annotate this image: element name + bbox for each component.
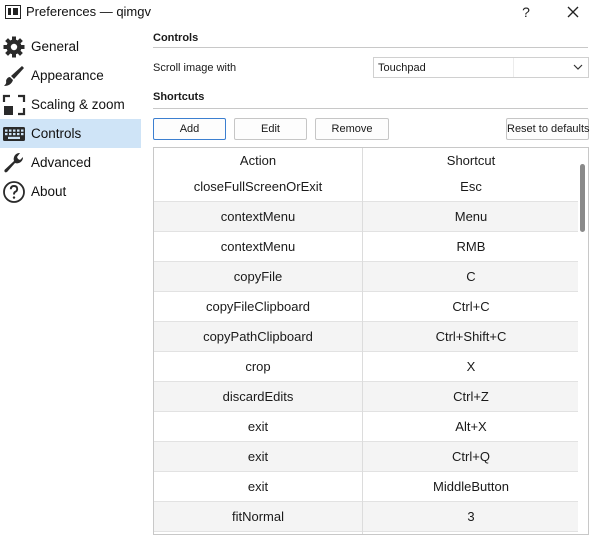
action-cell: copyPathClipboard — [203, 329, 313, 344]
brush-icon — [4, 66, 24, 86]
sidebar-item-advanced[interactable]: Advanced — [0, 148, 141, 177]
controls-page: Controls Scroll image with Touchpad Shor… — [144, 26, 597, 541]
sidebar-item-label: Advanced — [31, 155, 92, 170]
shortcut-cell: MiddleButton — [433, 479, 509, 494]
action-cell: closeFullScreenOrExit — [193, 179, 323, 194]
sidebar-item-label: Appearance — [31, 68, 104, 83]
wrench-icon — [4, 152, 24, 173]
sidebar-item-label: About — [31, 184, 67, 199]
action-cell: crop — [245, 359, 271, 374]
gear-icon — [3, 36, 25, 58]
reset-defaults-button[interactable]: Reset to defaults — [506, 118, 590, 140]
sidebar-item-about[interactable]: About — [0, 177, 141, 206]
shortcut-cell: Menu — [454, 209, 488, 224]
row-divider — [154, 291, 579, 292]
sidebar-item-label: Controls — [31, 126, 82, 141]
edit-shortcut-button[interactable]: Edit — [234, 118, 307, 140]
remove-shortcut-button[interactable]: Remove — [315, 118, 389, 140]
window-title: Preferences — qimgv — [26, 4, 151, 19]
table-row[interactable]: copyFileClipboard Ctrl+C — [154, 292, 579, 322]
scroll-mode-value: Touchpad — [378, 62, 426, 74]
table-row[interactable]: exit Ctrl+Q — [154, 442, 579, 472]
table-row[interactable]: exit MiddleButton — [154, 472, 579, 502]
add-shortcut-button[interactable]: Add — [153, 118, 226, 140]
row-divider — [154, 531, 579, 532]
table-row[interactable]: copyPathClipboard Ctrl+Shift+C — [154, 322, 579, 352]
shortcut-cell: 3 — [467, 509, 475, 524]
table-row[interactable]: fitNormal 3 — [154, 502, 579, 532]
shortcut-cell: Ctrl+C — [452, 299, 490, 314]
keyboard-icon — [3, 127, 25, 141]
controls-section-title: Controls — [153, 32, 199, 44]
close-button[interactable] — [556, 0, 590, 24]
title-bar: Preferences — qimgv ? — [0, 0, 597, 26]
table-row[interactable]: crop X — [154, 352, 579, 382]
sidebar-item-controls[interactable]: Controls — [0, 119, 141, 148]
row-divider — [154, 261, 579, 262]
column-header-action[interactable]: Action — [154, 153, 362, 168]
shortcut-cell: C — [466, 269, 476, 284]
table-row[interactable]: closeFullScreenOrExit Esc — [154, 172, 579, 202]
row-divider — [154, 471, 579, 472]
scroll-mode-select[interactable]: Touchpad — [373, 57, 589, 78]
close-icon — [567, 6, 579, 18]
row-divider — [154, 321, 579, 322]
table-header: Action Shortcut — [154, 148, 579, 172]
table-row[interactable]: discardEdits Ctrl+Z — [154, 382, 579, 412]
question-icon — [3, 181, 25, 203]
action-cell: fitNormal — [231, 509, 284, 524]
action-cell: discardEdits — [222, 389, 294, 404]
action-cell: contextMenu — [220, 209, 296, 224]
shortcut-cell: Alt+X — [455, 419, 487, 434]
action-cell: copyFileClipboard — [205, 299, 311, 314]
shortcut-cell: X — [466, 359, 476, 374]
action-cell: copyFile — [233, 269, 283, 284]
table-row[interactable]: exit Alt+X — [154, 412, 579, 442]
shortcuts-table: Action Shortcut closeFullScreenOrExit Es… — [153, 147, 589, 535]
action-cell: exit — [247, 419, 269, 434]
table-row[interactable]: contextMenu RMB — [154, 232, 579, 262]
column-divider — [362, 148, 363, 534]
help-button[interactable]: ? — [512, 0, 540, 24]
row-divider — [154, 381, 579, 382]
section-divider — [153, 47, 588, 48]
sidebar-item-label: Scaling & zoom — [31, 97, 125, 112]
combo-separator — [513, 58, 514, 77]
action-cell: exit — [247, 449, 269, 464]
action-cell: contextMenu — [220, 239, 296, 254]
app-logo-icon — [5, 5, 21, 19]
shortcut-cell: Ctrl+Q — [452, 449, 490, 464]
shortcut-cell: RMB — [456, 239, 486, 254]
sidebar: General Appearance Scaling & zoom Contro… — [0, 30, 141, 541]
shortcut-cell: Ctrl+Shift+C — [435, 329, 507, 344]
shortcut-cell: Esc — [460, 179, 482, 194]
shortcuts-section-title: Shortcuts — [153, 91, 205, 103]
table-scrollbar[interactable] — [578, 148, 588, 534]
row-divider — [154, 441, 579, 442]
table-row[interactable]: copyFile C — [154, 262, 579, 292]
row-divider — [154, 501, 579, 502]
section-divider — [153, 108, 588, 109]
row-divider — [154, 351, 579, 352]
action-cell: exit — [247, 479, 269, 494]
table-row[interactable]: contextMenu Menu — [154, 202, 579, 232]
row-divider — [154, 231, 579, 232]
column-header-shortcut[interactable]: Shortcut — [363, 153, 579, 168]
chevron-down-icon — [573, 64, 583, 70]
sidebar-item-label: General — [31, 39, 80, 54]
scale-icon — [2, 94, 26, 116]
row-divider — [154, 411, 579, 412]
scroll-image-label: Scroll image with — [153, 62, 237, 74]
scrollbar-thumb[interactable] — [580, 164, 585, 232]
sidebar-item-appearance[interactable]: Appearance — [0, 61, 141, 90]
sidebar-item-scaling-zoom[interactable]: Scaling & zoom — [0, 90, 141, 119]
shortcut-cell: Ctrl+Z — [453, 389, 489, 404]
row-divider — [154, 201, 579, 202]
sidebar-item-general[interactable]: General — [0, 32, 141, 61]
